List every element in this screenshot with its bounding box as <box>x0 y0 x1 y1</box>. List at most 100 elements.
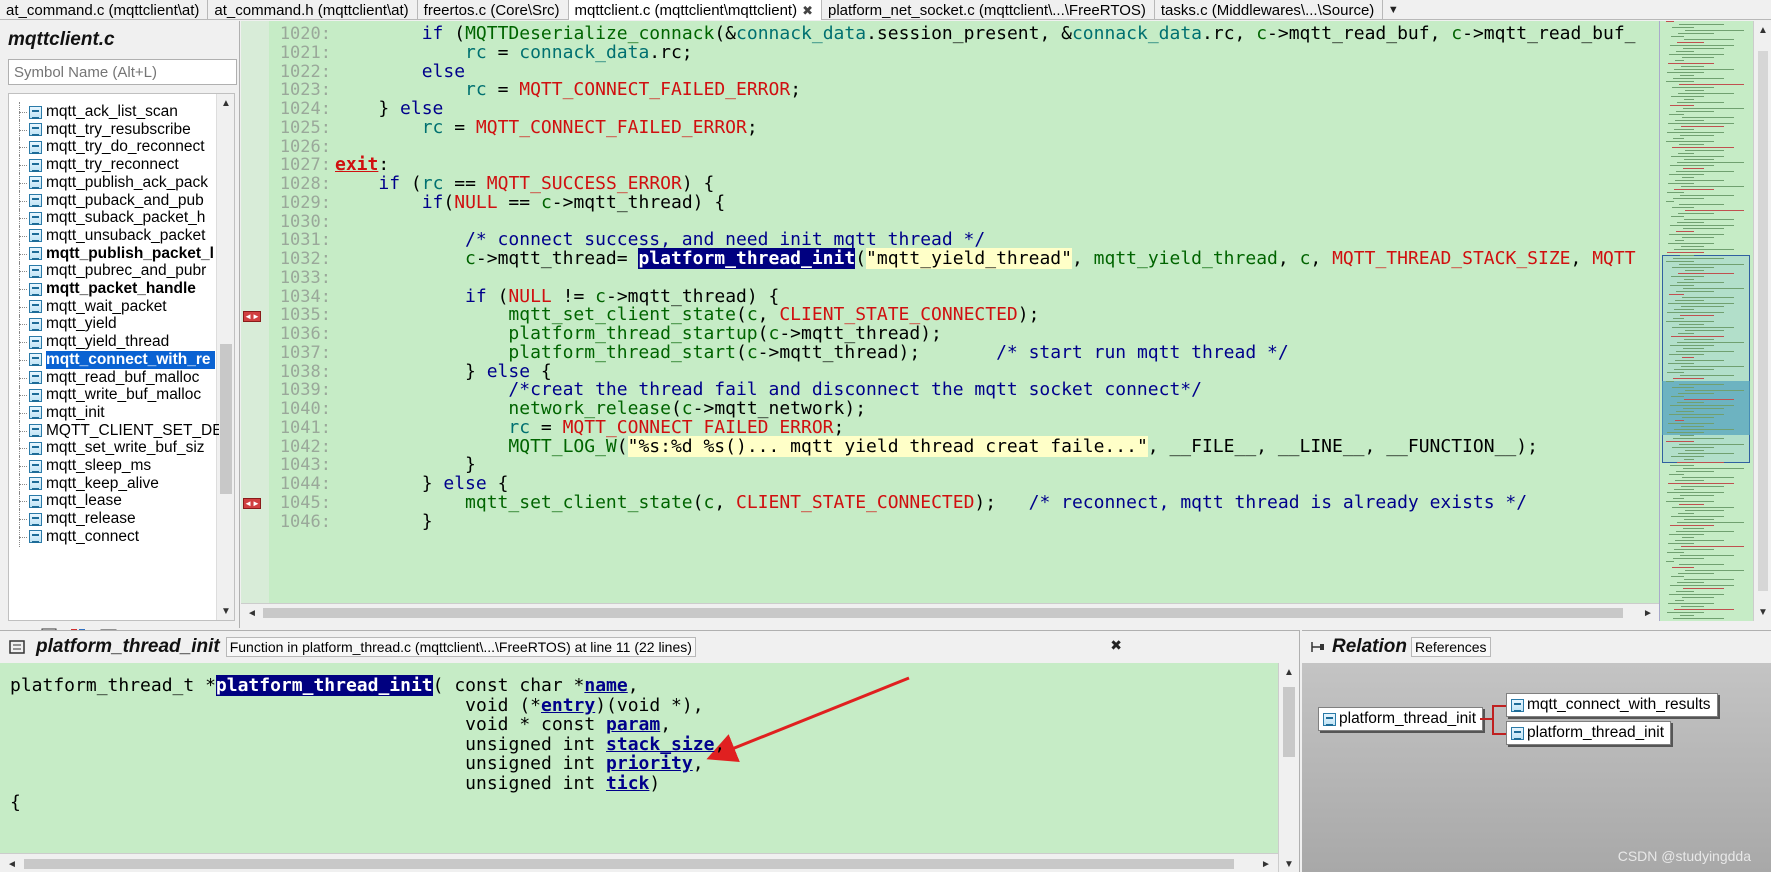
scrollbar-thumb[interactable] <box>263 608 1623 618</box>
scroll-left-icon[interactable]: ◄ <box>3 855 21 872</box>
code-token: .rc, <box>1202 23 1257 44</box>
code-line[interactable]: 1032: c->mqtt_thread= platform_thread_in… <box>269 248 1636 269</box>
context-horizontal-scrollbar[interactable]: ◄ ► <box>0 853 1278 872</box>
bookmark-marker-icon[interactable]: ◄► <box>243 311 261 322</box>
code-token: if <box>421 191 444 213</box>
scroll-right-icon[interactable]: ► <box>1257 855 1275 872</box>
source-insight-window: at_command.c (mqttclient\at) at_command.h… <box>0 0 1771 872</box>
scroll-down-icon[interactable]: ▼ <box>1754 603 1771 621</box>
minimap-line <box>1676 291 1714 292</box>
context-code-line[interactable]: { <box>10 792 21 814</box>
minimap-line <box>1685 330 1724 331</box>
tab-file[interactable]: platform_net_socket.c (mqttclient\...\Fr… <box>822 0 1155 20</box>
tab-file[interactable]: freertos.c (Core\Src) <box>418 0 569 20</box>
code-token: /* reconnect, mqtt thread is already exi… <box>1028 491 1528 513</box>
minimap-line <box>1684 459 1694 460</box>
tab-file[interactable]: at_command.h (mqttclient\at) <box>208 0 418 20</box>
code-token: unsigned int <box>10 772 607 794</box>
code-token: void (* <box>10 694 542 716</box>
context-code-line[interactable]: unsigned int tick) <box>10 773 660 795</box>
symbol-list-item[interactable]: mqtt_connect <box>9 526 219 547</box>
scroll-down-icon[interactable]: ▼ <box>217 602 234 620</box>
close-icon[interactable]: ✖ <box>802 1 813 20</box>
minimap-line <box>1667 312 1724 313</box>
minimap-line <box>1683 48 1724 49</box>
minimap-line <box>1667 432 1704 433</box>
scrollbar-thumb[interactable] <box>220 344 232 494</box>
context-code-view[interactable]: platform_thread_t *platform_thread_init(… <box>0 663 1278 853</box>
code-line[interactable]: 1029: if(NULL == c->mqtt_thread) { <box>269 192 725 213</box>
code-token: MQTT <box>1592 248 1636 269</box>
tab-file[interactable]: mqttclient.c (mqttclient\mqttclient) ✖ <box>568 0 822 20</box>
minimap-line <box>1672 27 1694 28</box>
minimap-line <box>1678 333 1694 334</box>
minimap-line <box>1677 282 1724 283</box>
code-token: MQTT_CONNECT_FAILED_ERROR <box>519 79 791 101</box>
relation-graph[interactable]: platform_thread_init mqtt_connect_with_r… <box>1302 663 1771 872</box>
scrollbar-thumb[interactable] <box>1758 51 1768 591</box>
minimap-line <box>1672 207 1694 208</box>
minimap-line <box>1680 75 1694 76</box>
tab-file[interactable]: tasks.c (Middlewares\...\Source) <box>1155 0 1384 20</box>
minimap-line <box>1667 132 1724 133</box>
minimap-line <box>1683 528 1704 529</box>
symbol-label: mqtt_ack_list_scan <box>46 103 178 120</box>
minimap-line <box>1679 324 1704 325</box>
minimap-line <box>1672 87 1714 88</box>
minimap-line <box>1677 222 1704 223</box>
chevron-down-icon[interactable]: ▼ <box>1383 0 1403 20</box>
minimap-line <box>1678 453 1734 454</box>
scroll-down-icon[interactable]: ▼ <box>1279 855 1299 872</box>
code-token: .session_present, & <box>866 23 1072 44</box>
minimap-line <box>1678 213 1714 214</box>
scrollbar-thumb[interactable] <box>24 859 1234 869</box>
code-editor[interactable]: 1020: if (MQTTDeserialize_connack(&conna… <box>269 21 1659 613</box>
symbol-label: mqtt_puback_and_pub <box>46 191 204 209</box>
context-symbol-description: Function in platform_thread.c (mqttclien… <box>225 637 696 657</box>
relation-child-node[interactable]: mqtt_connect_with_results <box>1506 693 1718 717</box>
scroll-right-icon[interactable]: ► <box>1639 604 1657 622</box>
minimap-line <box>1669 534 1704 535</box>
symbol-label: mqtt_connect_with_re <box>46 350 215 369</box>
minimap-line <box>1679 564 1724 565</box>
minimap-line <box>1670 405 1734 406</box>
code-token: rc <box>465 79 487 101</box>
scroll-up-icon[interactable]: ▲ <box>1279 663 1299 681</box>
minimap-line <box>1666 201 1674 202</box>
relation-root-node[interactable]: platform_thread_init <box>1318 707 1483 731</box>
relation-child-node[interactable]: platform_thread_init <box>1506 721 1671 745</box>
symbol-search-input[interactable] <box>8 59 237 85</box>
minimap-line <box>1682 237 1714 238</box>
scrollbar-thumb[interactable] <box>1283 687 1295 757</box>
function-icon <box>29 282 42 296</box>
minimap-line <box>1670 465 1694 466</box>
tab-file[interactable]: at_command.c (mqttclient\at) <box>0 0 209 20</box>
bookmark-marker-icon[interactable]: ◄► <box>243 498 261 509</box>
minimap-line <box>1668 363 1694 364</box>
scroll-left-icon[interactable]: ◄ <box>243 604 261 622</box>
minimap-line <box>1674 429 1734 430</box>
minimap-line <box>1667 612 1704 613</box>
minimap-line <box>1675 540 1724 541</box>
code-line[interactable]: 1046: } <box>269 511 433 532</box>
editor-vertical-scrollbar[interactable]: ▲ ▼ <box>1753 21 1771 621</box>
context-vertical-scrollbar[interactable]: ▲ ▼ <box>1278 663 1298 872</box>
code-line[interactable]: 1045: mqtt_set_client_state(c, CLIENT_ST… <box>269 492 1527 513</box>
minimap-line <box>1670 225 1734 226</box>
minimap-line <box>1683 108 1744 109</box>
code-token: MQTT_LOG_W <box>508 435 617 457</box>
minimap-line <box>1669 414 1724 415</box>
scroll-up-icon[interactable]: ▲ <box>217 94 234 112</box>
references-tab[interactable]: References <box>1410 637 1491 657</box>
scroll-up-icon[interactable]: ▲ <box>1754 21 1771 39</box>
code-token: ); <box>1017 304 1040 326</box>
minimap-line <box>1682 477 1734 478</box>
function-icon <box>29 123 42 137</box>
code-line[interactable]: 1025: rc = MQTT_CONNECT_FAILED_ERROR; <box>269 117 758 138</box>
editor-horizontal-scrollbar[interactable]: ◄ ► <box>241 603 1659 621</box>
minimap-line <box>1676 531 1734 532</box>
close-icon[interactable]: ✖ <box>1110 637 1122 654</box>
function-icon <box>29 477 42 491</box>
minimap-line <box>1671 516 1724 517</box>
overview-minimap[interactable] <box>1659 21 1753 621</box>
